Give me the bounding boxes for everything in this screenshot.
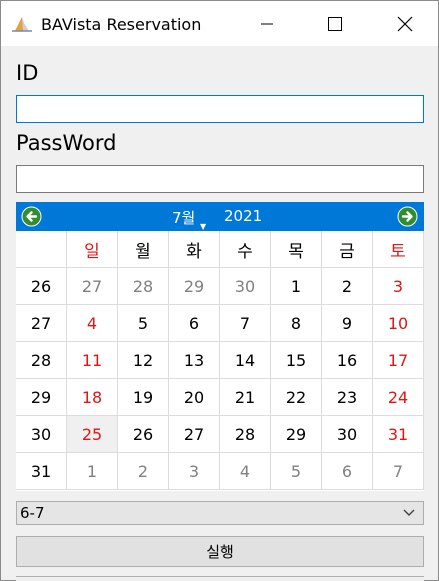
minimize-icon xyxy=(261,23,273,24)
next-month-icon[interactable] xyxy=(397,206,418,227)
calendar-day[interactable]: 3 xyxy=(373,268,424,305)
calendar-day[interactable]: 5 xyxy=(271,453,322,490)
weekday-header: 일 xyxy=(67,231,118,268)
calendar-day[interactable]: 10 xyxy=(373,305,424,342)
prev-month-icon[interactable] xyxy=(21,206,42,227)
month-caret-icon[interactable]: ▼ xyxy=(200,222,206,231)
bottom-control-edge xyxy=(16,576,424,581)
calendar-day[interactable]: 28 xyxy=(118,268,169,305)
calendar-day[interactable]: 27 xyxy=(67,268,118,305)
weekday-header: 목 xyxy=(271,231,322,268)
calendar-day[interactable]: 1 xyxy=(67,453,118,490)
calendar-day[interactable]: 16 xyxy=(322,342,373,379)
calendar-day[interactable]: 27 xyxy=(169,416,220,453)
calendar-day[interactable]: 30 xyxy=(322,416,373,453)
password-input[interactable] xyxy=(16,165,424,193)
password-label: PassWord xyxy=(16,131,117,155)
weekday-header: 금 xyxy=(322,231,373,268)
app-logo-icon xyxy=(12,17,32,32)
calendar-day[interactable]: 3 xyxy=(169,453,220,490)
chevron-down-icon xyxy=(403,509,415,516)
maximize-button[interactable] xyxy=(312,1,358,46)
window-title: BAVista Reservation xyxy=(41,15,202,34)
calendar-day[interactable]: 28 xyxy=(220,416,271,453)
calendar-day[interactable]: 30 xyxy=(220,268,271,305)
calendar-day[interactable]: 21 xyxy=(220,379,271,416)
calendar-day[interactable]: 23 xyxy=(322,379,373,416)
calendar-day[interactable]: 25 xyxy=(67,416,118,453)
run-button[interactable]: 실행 xyxy=(16,536,424,567)
calendar-day[interactable]: 4 xyxy=(67,305,118,342)
week-number: 29 xyxy=(16,379,67,416)
week-number: 27 xyxy=(16,305,67,342)
year-label[interactable]: 2021 xyxy=(224,207,262,225)
calendar-day[interactable]: 14 xyxy=(220,342,271,379)
weekday-header: 토 xyxy=(373,231,424,268)
calendar-day[interactable]: 24 xyxy=(373,379,424,416)
calendar-day[interactable]: 4 xyxy=(220,453,271,490)
month-label[interactable]: 7월 xyxy=(172,207,195,228)
week-number-corner xyxy=(16,231,67,268)
calendar-day[interactable]: 19 xyxy=(118,379,169,416)
calendar-day[interactable]: 2 xyxy=(322,268,373,305)
id-label: ID xyxy=(16,61,39,85)
time-slot-select[interactable]: 6-7 xyxy=(16,501,424,525)
week-number: 30 xyxy=(16,416,67,453)
time-slot-value: 6-7 xyxy=(20,504,45,522)
close-icon xyxy=(397,16,413,31)
weekday-header: 화 xyxy=(169,231,220,268)
calendar-day[interactable]: 18 xyxy=(67,379,118,416)
week-number: 26 xyxy=(16,268,67,305)
title-bar[interactable]: BAVista Reservation xyxy=(1,1,438,46)
calendar-day[interactable]: 12 xyxy=(118,342,169,379)
month-calendar[interactable]: 7월 ▼ 2021 일 월 화 수 목 금 토 26 27 28 29 30 1 2 3 27 4 5 6 7 8 9 10… xyxy=(16,202,424,491)
calendar-day[interactable]: 31 xyxy=(373,416,424,453)
calendar-day[interactable]: 7 xyxy=(373,453,424,490)
calendar-day[interactable]: 5 xyxy=(118,305,169,342)
calendar-day[interactable]: 11 xyxy=(67,342,118,379)
calendar-day[interactable]: 6 xyxy=(322,453,373,490)
minimize-button[interactable] xyxy=(244,1,290,46)
calendar-header: 7월 ▼ 2021 xyxy=(16,202,424,231)
calendar-day[interactable]: 1 xyxy=(271,268,322,305)
calendar-day[interactable]: 17 xyxy=(373,342,424,379)
calendar-day[interactable]: 7 xyxy=(220,305,271,342)
calendar-day[interactable]: 13 xyxy=(169,342,220,379)
week-number: 31 xyxy=(16,453,67,490)
calendar-day[interactable]: 2 xyxy=(118,453,169,490)
maximize-icon xyxy=(328,16,342,31)
id-input[interactable] xyxy=(16,95,424,123)
weekday-header: 월 xyxy=(118,231,169,268)
calendar-day[interactable]: 26 xyxy=(118,416,169,453)
calendar-day[interactable]: 29 xyxy=(271,416,322,453)
weekday-header: 수 xyxy=(220,231,271,268)
calendar-day[interactable]: 20 xyxy=(169,379,220,416)
calendar-day[interactable]: 22 xyxy=(271,379,322,416)
calendar-day[interactable]: 15 xyxy=(271,342,322,379)
week-number: 28 xyxy=(16,342,67,379)
close-button[interactable] xyxy=(382,1,428,46)
calendar-day[interactable]: 9 xyxy=(322,305,373,342)
calendar-day[interactable]: 29 xyxy=(169,268,220,305)
calendar-day[interactable]: 8 xyxy=(271,305,322,342)
calendar-day[interactable]: 6 xyxy=(169,305,220,342)
